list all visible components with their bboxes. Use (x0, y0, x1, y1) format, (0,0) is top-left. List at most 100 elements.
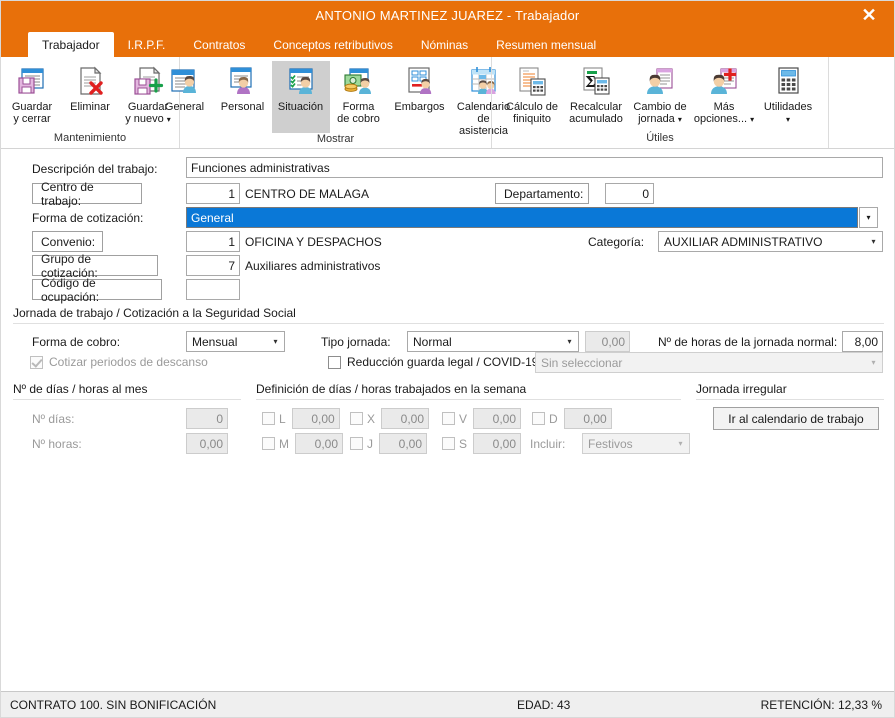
semana-section-title: Definición de días / horas trabajados en… (256, 382, 527, 396)
tipo-jornada-select[interactable]: Normal ▾ (407, 331, 579, 352)
ribbon-label-line1: Recalcular (570, 101, 622, 113)
forma-cotizacion-dropdown-arrow[interactable]: ▾ (859, 207, 878, 228)
chevron-down-icon[interactable]: ▾ (678, 115, 682, 124)
forma-cobro-select[interactable]: Mensual ▾ (186, 331, 285, 352)
reduccion-guarda-legal-select-value: Sin seleccionar (541, 355, 623, 370)
ribbon-label-line2-text: opciones... (693, 113, 748, 125)
ir-al-calendario-trabajo-button[interactable]: Ir al calendario de trabajo (713, 407, 879, 430)
semana-divider (256, 399, 681, 400)
tab-irpf[interactable]: I.R.P.F. (114, 33, 180, 57)
chevron-down-icon[interactable]: ▾ (786, 115, 790, 124)
ribbon-label-line2: jornada ▾ (638, 113, 682, 126)
reduccion-guarda-legal-checkbox[interactable] (328, 355, 341, 369)
dia-V-checkbox[interactable] (442, 412, 455, 425)
dia-D-checkbox[interactable] (532, 412, 545, 425)
ribbon-label-line2: y cerrar (13, 113, 51, 125)
horas-jornada-normal-input[interactable]: 8,00 (842, 331, 883, 352)
ribbon-group-label-mostrar: Mostrar (316, 133, 355, 145)
convenio-name-text: OFICINA Y DESPACHOS (245, 234, 382, 249)
ribbon-label-line1: Embargos (394, 101, 445, 113)
ribbon-group-mantenimiento: Guardar y cerrar Eliminar Guardar y nuev… (1, 57, 179, 148)
ribbon-group-utiles: Cálculo de finiquito Σ Recalcular acumul… (491, 57, 828, 148)
calculo-finiquito-button[interactable]: Cálculo de finiquito (500, 61, 564, 127)
jornada-section-divider (13, 323, 884, 324)
dia-X-checkbox[interactable] (350, 412, 363, 425)
dia-M-input: 0,00 (295, 433, 343, 454)
chevron-down-icon[interactable]: ▾ (561, 337, 578, 346)
reduccion-guarda-legal-select[interactable]: Sin seleccionar ▾ (535, 352, 883, 373)
descripcion-trabajo-input[interactable]: Funciones administrativas (186, 157, 883, 178)
codigo-ocupacion-input[interactable] (186, 279, 240, 300)
departamento-label-button[interactable]: Departamento: (495, 183, 589, 204)
general-button[interactable]: General (156, 61, 214, 115)
codigo-ocupacion-label-button[interactable]: Código de ocupación: (32, 276, 162, 304)
ribbon-label-line1: Forma (342, 101, 375, 113)
ribbon-label-line1: Guardar (11, 101, 53, 113)
personal-button[interactable]: Personal (214, 61, 272, 115)
status-contract: CONTRATO 100. SIN BONIFICACIÓN (10, 697, 217, 712)
dia-V-code: V (459, 411, 468, 426)
departamento-input[interactable]: 0 (605, 183, 654, 204)
dia-S-row: S 0,00 (442, 433, 522, 454)
dia-L-code: L (279, 411, 286, 426)
tab-contratos[interactable]: Contratos (179, 33, 259, 57)
tab-conceptos-retributivos[interactable]: Conceptos retributivos (259, 33, 406, 57)
incluir-label: Incluir: (530, 436, 566, 451)
centro-trabajo-code-input[interactable]: 1 (186, 183, 240, 204)
dia-J-checkbox[interactable] (350, 437, 363, 450)
tab-nominas[interactable]: Nóminas (407, 33, 482, 57)
dia-S-code: S (459, 436, 468, 451)
ribbon-group-label-utiles: Útiles (646, 132, 674, 144)
dia-M-checkbox[interactable] (262, 437, 275, 450)
chevron-down-icon[interactable]: ▾ (267, 337, 284, 346)
dia-S-checkbox[interactable] (442, 437, 455, 450)
jornada-section-title: Jornada de trabajo / Cotización a la Seg… (13, 306, 296, 320)
horas-jornada-normal-label: Nº de horas de la jornada normal: (658, 334, 838, 349)
ribbon-group-mostrar: General Personal Situación Forma de cobr… (165, 57, 510, 148)
chevron-down-icon[interactable]: ▾ (672, 439, 689, 448)
situacion-button[interactable]: Situación (271, 61, 330, 133)
incluir-select[interactable]: Festivos ▾ (582, 433, 690, 454)
cambio-jornada-button[interactable]: Cambio de jornada ▾ (628, 61, 692, 128)
numero-dias-label: Nº días: (32, 411, 75, 426)
tab-resumen-mensual[interactable]: Resumen mensual (482, 33, 610, 57)
dia-J-code: J (367, 436, 373, 451)
reduccion-guarda-legal-label: Reducción guarda legal / COVID-19 (347, 355, 539, 369)
ribbon-label-line1: Cambio de (633, 101, 687, 113)
delete-button[interactable]: Eliminar (61, 61, 119, 115)
ribbon-label-line1: Eliminar (70, 101, 110, 113)
dia-V-row: V 0,00 (442, 408, 522, 429)
tipo-jornada-value: Normal (413, 334, 452, 349)
ribbon-label-line2: de cobro (337, 113, 380, 125)
mas-opciones-button[interactable]: Más opciones... ▾ (692, 61, 756, 128)
chevron-down-icon[interactable]: ▾ (750, 115, 754, 124)
dia-J-input: 0,00 (379, 433, 427, 454)
dia-J-row: J 0,00 (350, 433, 427, 454)
ribbon-label-line1: Cálculo de (506, 101, 558, 113)
incluir-value: Festivos (588, 436, 633, 451)
embargos-button[interactable]: Embargos (388, 61, 452, 115)
save-and-close-button[interactable]: Guardar y cerrar (3, 61, 61, 127)
convenio-code-input[interactable]: 1 (186, 231, 240, 252)
tab-trabajador[interactable]: Trabajador (28, 32, 114, 57)
grupo-cotizacion-label-button[interactable]: Grupo de cotización: (32, 252, 158, 280)
chevron-down-icon[interactable]: ▾ (865, 237, 882, 246)
utilidades-button[interactable]: Utilidades ▾ (756, 61, 820, 128)
centro-trabajo-label-button[interactable]: Centro de trabajo: (32, 180, 142, 208)
forma-de-cobro-button[interactable]: Forma de cobro (330, 61, 388, 127)
dia-S-input: 0,00 (473, 433, 522, 454)
cotizar-descanso-checkbox-box[interactable] (30, 355, 43, 369)
close-icon[interactable]: ✕ (852, 1, 886, 29)
centro-trabajo-name-text: CENTRO DE MALAGA (245, 186, 370, 201)
recalcular-icon: Σ (580, 64, 612, 98)
forma-cotizacion-input[interactable]: General (186, 207, 858, 228)
chevron-down-icon[interactable]: ▾ (865, 358, 882, 367)
ribbon-label-line1: Más (713, 101, 735, 113)
dia-L-checkbox[interactable] (262, 412, 275, 425)
ribbon-label-line2: ▾ (786, 113, 790, 126)
convenio-label-button[interactable]: Convenio: (32, 231, 103, 252)
categoria-select[interactable]: AUXILIAR ADMINISTRATIVO ▾ (658, 231, 883, 252)
worker-window: ANTONIO MARTINEZ JUAREZ - Trabajador ✕ T… (0, 0, 895, 718)
recalcular-acumulado-button[interactable]: Σ Recalcular acumulado (564, 61, 628, 127)
grupo-cotizacion-code-input[interactable]: 7 (186, 255, 240, 276)
